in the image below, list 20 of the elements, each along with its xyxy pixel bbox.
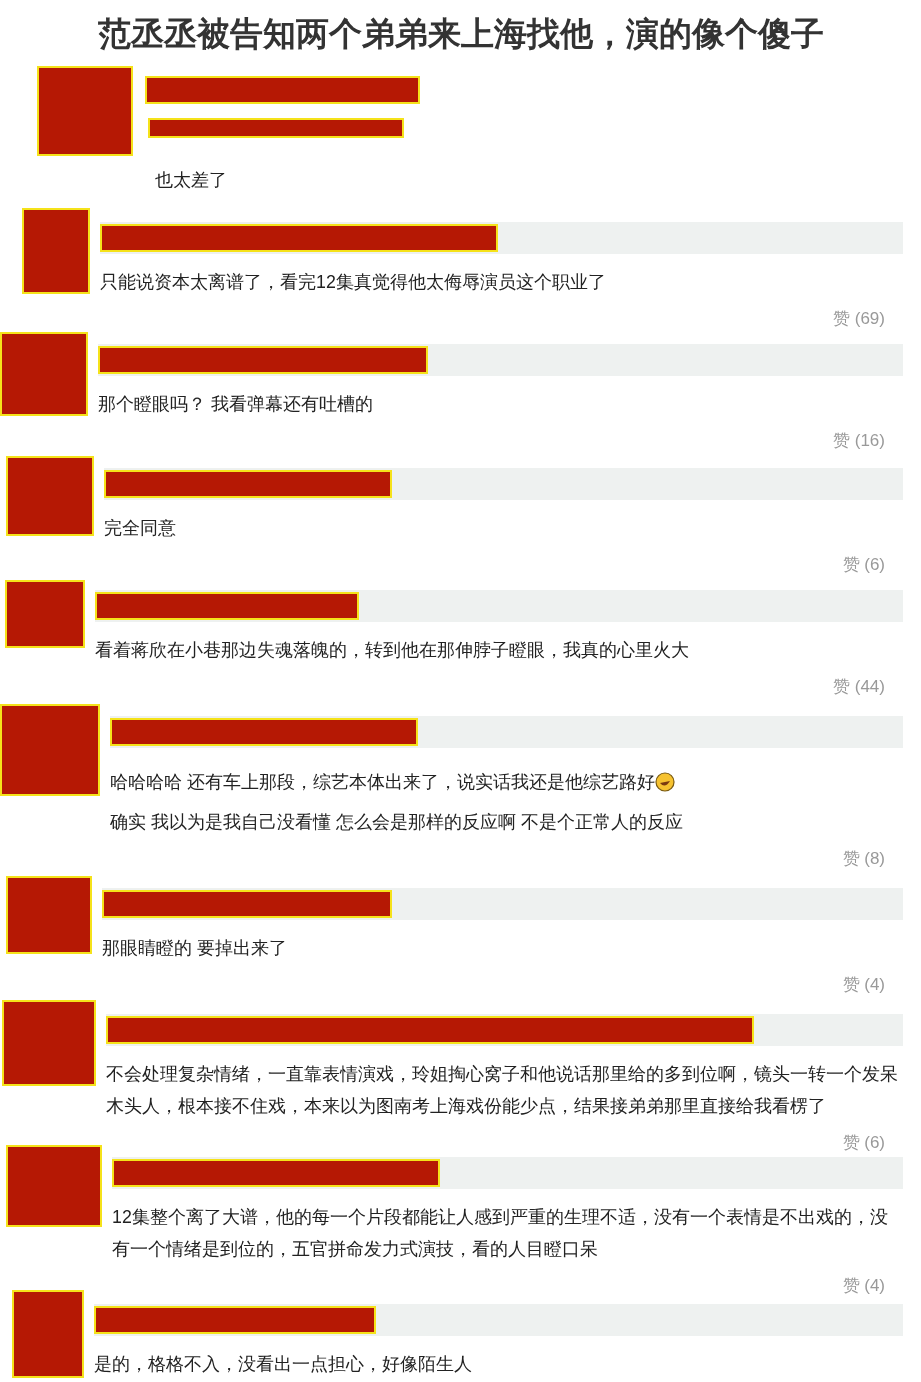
comment-text: 12集整个离了大谱，他的每一个片段都能让人感到严重的生理不适，没有一个表情是不出戏的，没有一个情绪是到位的，五官拼命发力式演技，看的人目瞪口呆	[112, 1206, 889, 1262]
comment-text: 不会处理复杂情绪，一直靠表情演戏，玲姐掏心窝子和他说话那里给的多到位啊，镜头一转一个发呆木头人，根本接不住戏，本来以为图南考上海戏份能少点，结果接弟弟那里直接给我看楞了	[106, 1063, 899, 1119]
comment-text: 是的，格格不入，没看出一点担心，好像陌生人	[94, 1353, 473, 1377]
comment-text: 完全同意	[104, 517, 177, 541]
comment-text: 看着蒋欣在小巷那边失魂落魄的，转到他在那伸脖子瞪眼，我真的心里火大	[95, 639, 690, 663]
comment-text: 那眼睛瞪的 要掉出来了	[102, 937, 288, 961]
like-count: 赞 (6)	[841, 554, 886, 577]
post-text: 也太差了	[155, 169, 228, 193]
like-count: 赞 (8)	[841, 848, 886, 871]
like-count: 赞 (6)	[841, 1132, 886, 1155]
comment-text: 确实 我以为是我自己没看懂 怎么会是那样的反应啊 不是个正常人的反应	[110, 811, 684, 835]
like-count: 赞 (4)	[841, 1275, 886, 1298]
like-count: 赞 (69)	[832, 308, 886, 331]
post-title: 范丞丞被告知两个弟弟来上海找他，演的像个傻子	[96, 14, 825, 53]
comment-text: 只能说资本太离谱了，看完12集真觉得他太侮辱演员这个职业了	[100, 271, 607, 295]
like-count: 赞 (16)	[832, 430, 886, 453]
comment-text: 那个瞪眼吗？ 我看弹幕还有吐槽的	[98, 393, 374, 417]
comment-text: 哈哈哈哈 还有车上那段，综艺本体出来了，说实话我还是他综艺路好	[110, 771, 655, 795]
like-count: 赞 (4)	[841, 974, 886, 997]
like-count: 赞 (44)	[832, 676, 886, 699]
